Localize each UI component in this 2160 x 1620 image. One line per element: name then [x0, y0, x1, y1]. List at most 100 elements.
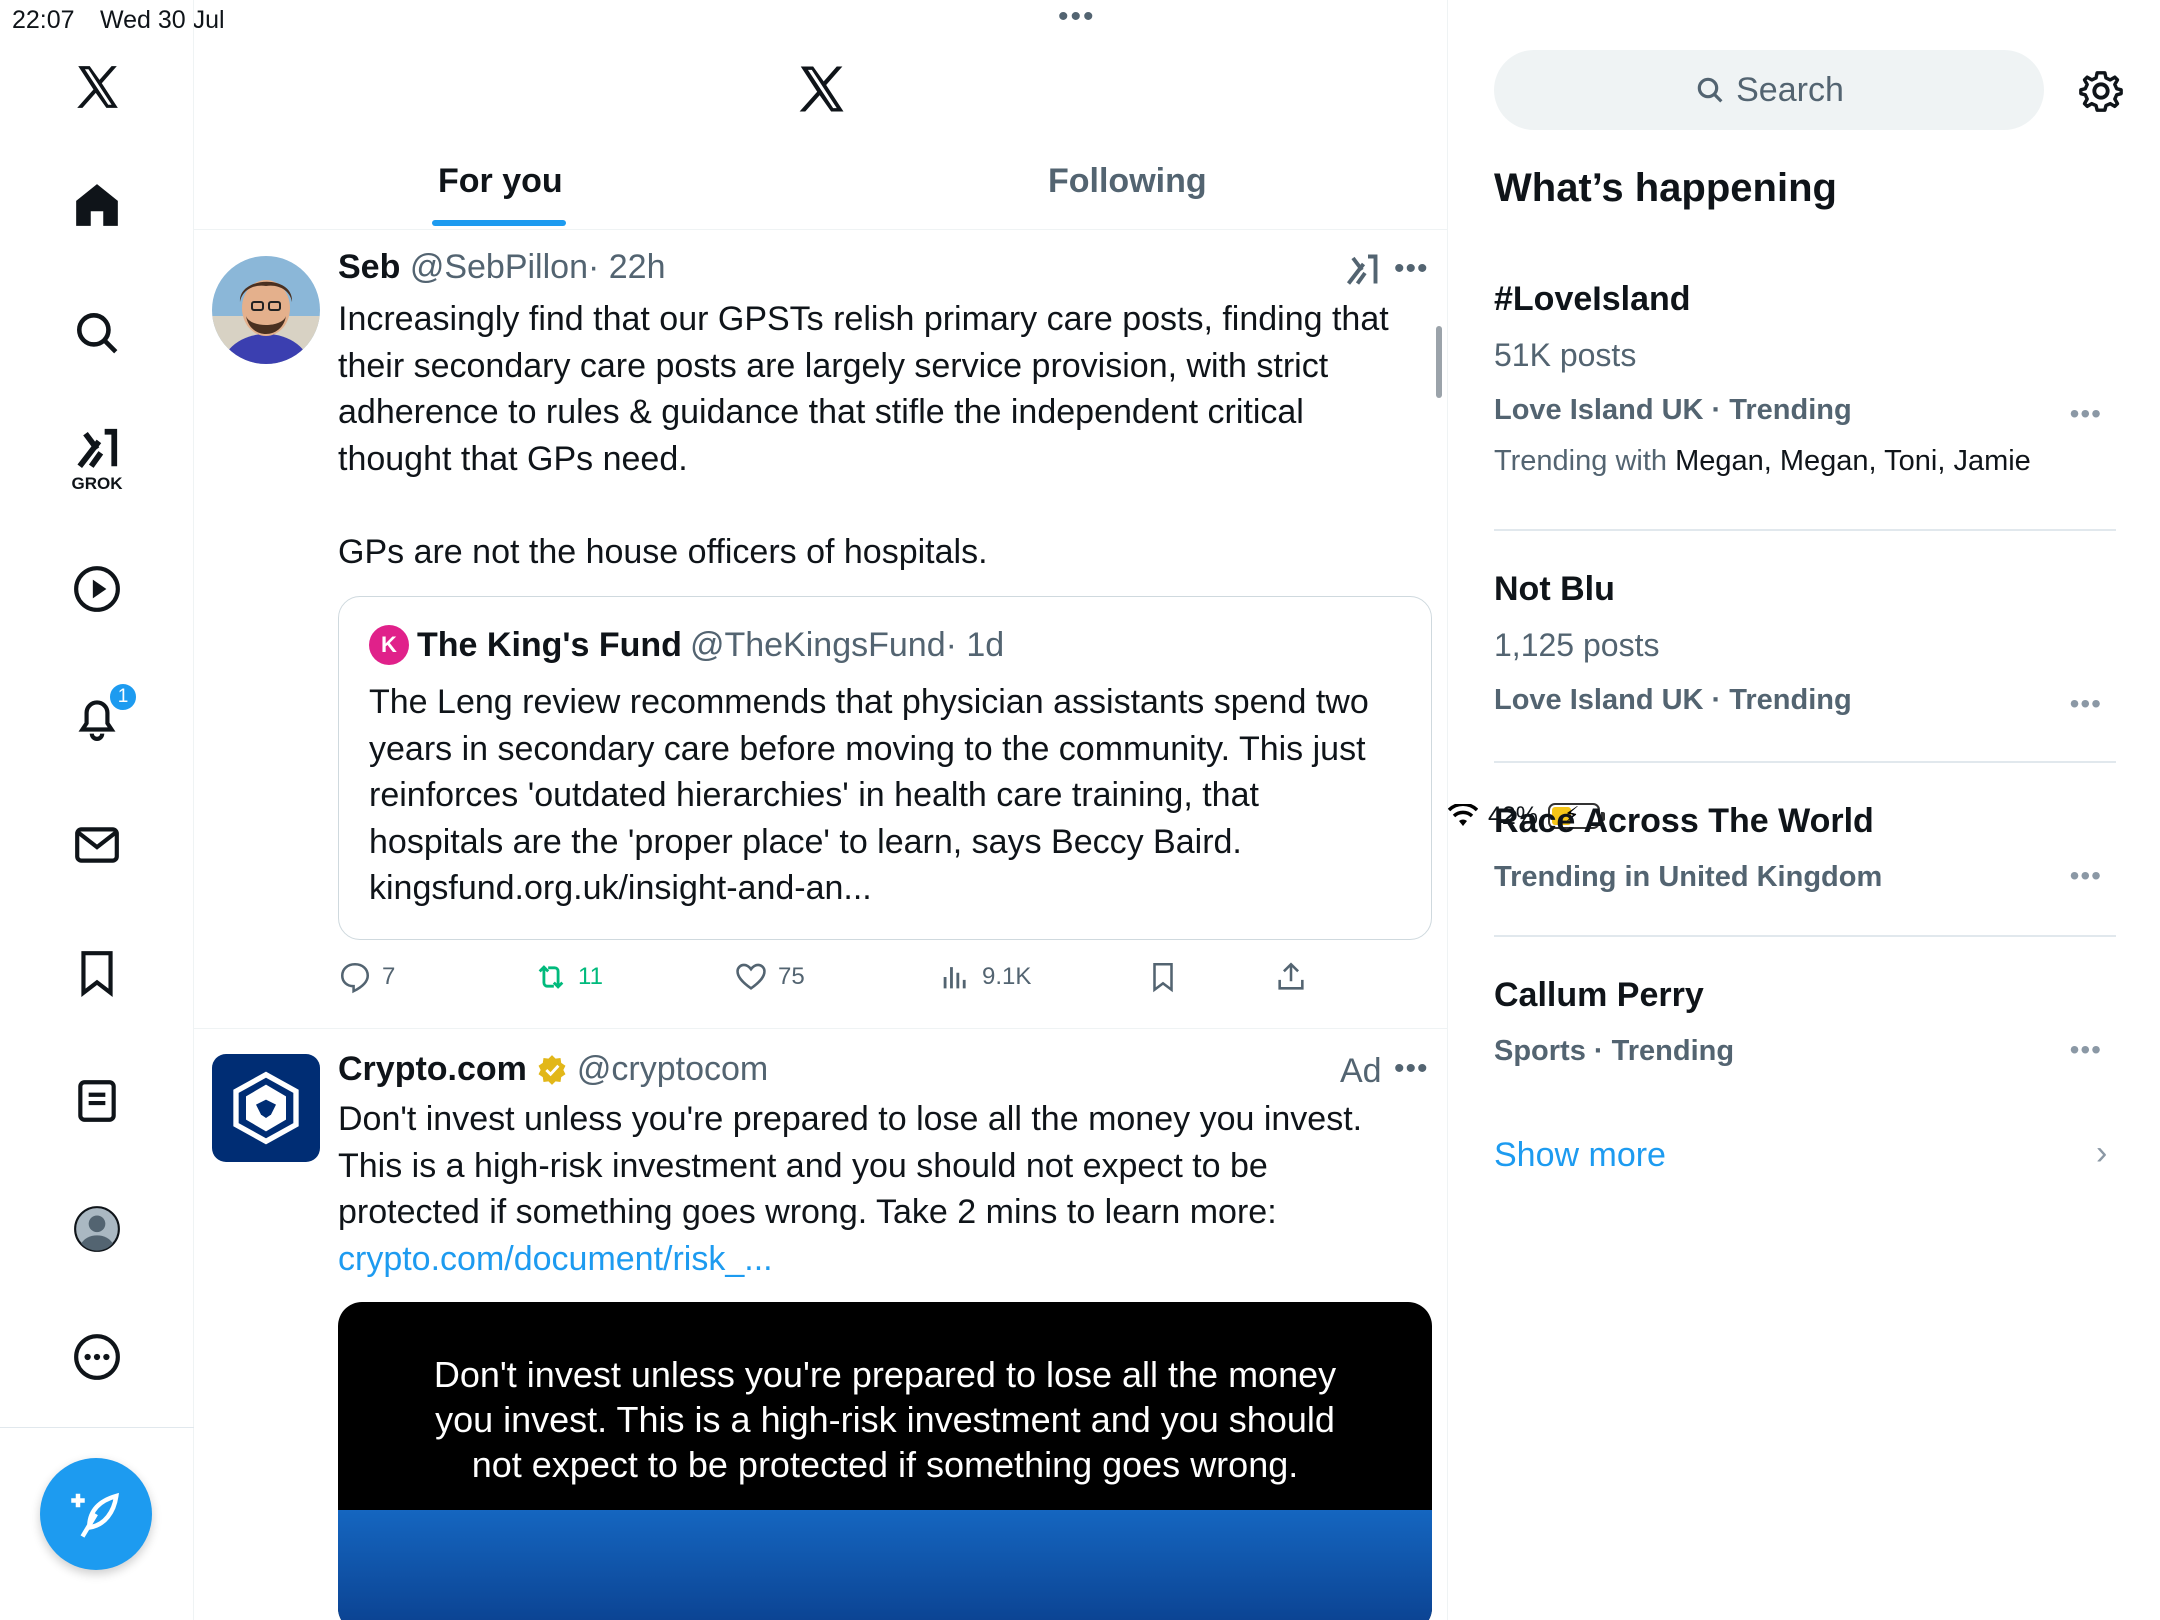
repost-icon: [538, 965, 564, 989]
trend-item[interactable]: Race Across The World Trending in United…: [1494, 802, 2116, 894]
bookmark-button[interactable]: [1146, 960, 1180, 994]
lists-icon[interactable]: [0, 1076, 194, 1126]
quote-author-handle: @TheKingsFund: [689, 625, 946, 664]
trend-category: Trending in United Kingdom: [1494, 861, 1883, 893]
post-line: adherence to rules & guidance that stifl…: [338, 393, 1304, 431]
post-more-icon[interactable]: •••: [1394, 1052, 1429, 1086]
quote-line: kingsfund.org.uk/insight-and-an...: [369, 869, 872, 907]
trend-item[interactable]: Callum Perry Sports · Trending •••: [1494, 976, 2116, 1068]
scrollbar[interactable]: [1436, 326, 1442, 398]
post-line: thought that GPs need.: [338, 439, 688, 478]
trend-item[interactable]: #LoveIsland 51K posts Love Island UK · T…: [1494, 280, 2116, 478]
settings-gear-icon[interactable]: [2078, 68, 2124, 119]
compose-button[interactable]: [40, 1458, 152, 1570]
like-count: 75: [778, 963, 805, 990]
notification-badge: 1: [108, 682, 138, 712]
quoted-post[interactable]: K The King's Fund @TheKingsFund · 1d The …: [338, 596, 1432, 940]
quote-line: reinforces 'outdated hierarchies' in hea…: [369, 776, 1259, 814]
post-media[interactable]: Don't invest unless you're prepared to l…: [338, 1302, 1432, 1620]
repost-button[interactable]: 11: [534, 960, 603, 994]
author-handle[interactable]: @SebPillon: [410, 248, 588, 286]
media-banner: [338, 1510, 1432, 1620]
post-text: Don't invest unless you're prepared to l…: [338, 1096, 1418, 1282]
timeline: For you Following Seb @SebPillon· 22h ••…: [194, 0, 1448, 1620]
share-button[interactable]: [1274, 960, 1308, 994]
author-handle[interactable]: @cryptocom: [577, 1050, 768, 1089]
heart-icon: [736, 963, 766, 990]
trend-name: Not Blu: [1494, 570, 1615, 608]
bookmarks-icon[interactable]: [0, 948, 194, 998]
search-placeholder: Search: [1736, 70, 1844, 109]
post-line: GPs are not the house officers of hospit…: [338, 532, 988, 571]
home-icon[interactable]: [0, 180, 194, 230]
trend-more-icon[interactable]: •••: [2070, 860, 2102, 892]
kings-fund-logo-icon: K: [369, 625, 409, 665]
trend-name: Race Across The World: [1494, 802, 1874, 840]
post-divider: [194, 1028, 1447, 1029]
trend-category: Sports · Trending: [1494, 1035, 1735, 1067]
trend-category: Love Island UK · Trending: [1494, 684, 1852, 716]
crypto-logo-icon[interactable]: [212, 1054, 320, 1162]
post-header: Seb @SebPillon· 22h: [338, 248, 665, 287]
post-header: Crypto.com @cryptocom: [338, 1050, 768, 1089]
more-options-icon[interactable]: [0, 1332, 194, 1382]
trend-count: 1,125 posts: [1494, 627, 1660, 663]
quote-line: The Leng review recommends that physicia…: [369, 683, 1369, 721]
media-text: Don't invest unless you're prepared to l…: [338, 1352, 1432, 1487]
search-nav-icon[interactable]: [0, 308, 194, 358]
share-icon: [1278, 962, 1304, 990]
trend-divider: [1494, 935, 2116, 937]
post-line: Increasingly find that our GPSTs relish …: [338, 300, 1389, 338]
tab-following[interactable]: Following: [1048, 162, 1207, 201]
active-tab-indicator: [432, 220, 566, 226]
tab-for-you[interactable]: For you: [438, 162, 563, 201]
video-icon[interactable]: [0, 564, 194, 614]
analytics-icon: [943, 967, 966, 989]
right-sidebar: Search What’s happening #LoveIsland 51K …: [1448, 0, 2160, 1620]
quote-line: hospitals are the 'proper place' to lear…: [369, 822, 1242, 861]
ad-label: Ad: [1340, 1052, 1382, 1090]
trending-with-label: Trending with: [1494, 445, 1668, 477]
trend-more-icon[interactable]: •••: [2070, 398, 2102, 430]
author-name[interactable]: Crypto.com: [338, 1050, 527, 1089]
whats-happening-title: What’s happening: [1494, 166, 1837, 210]
post-actions: 7 11 75 9.1K: [338, 960, 1432, 1000]
post-text: Increasingly find that our GPSTs relish …: [338, 296, 1418, 575]
notifications-icon[interactable]: 1: [0, 682, 194, 742]
trend-more-icon[interactable]: •••: [2070, 1034, 2102, 1066]
media-line: not expect to be protected if something …: [471, 1444, 1299, 1485]
trending-with: Trending with Megan, Megan, Toni, Jamie: [1494, 445, 2116, 478]
x-header-logo-icon[interactable]: [794, 62, 848, 121]
search-icon: [1697, 77, 1723, 103]
media-line: Don't invest unless you're prepared to l…: [433, 1354, 1337, 1395]
trend-name: Callum Perry: [1494, 976, 1704, 1014]
profile-icon[interactable]: [0, 1204, 194, 1254]
like-button[interactable]: 75: [734, 960, 805, 994]
post-line: [338, 482, 1418, 529]
trend-category: Love Island UK · Trending: [1494, 394, 1852, 426]
author-name[interactable]: Seb: [338, 248, 400, 286]
quote-text: The Leng review recommends that physicia…: [369, 679, 1409, 912]
post-line: protected if something goes wrong. Take …: [338, 1193, 1277, 1231]
chevron-right-icon[interactable]: ›: [2096, 1134, 2107, 1173]
trend-divider: [1494, 529, 2116, 531]
avatar[interactable]: [212, 256, 320, 364]
views-button[interactable]: 9.1K: [938, 960, 1031, 994]
quote-header: K The King's Fund @TheKingsFund · 1d: [369, 625, 1004, 665]
grok-post-icon[interactable]: [1344, 252, 1380, 293]
reply-button[interactable]: 7: [338, 960, 395, 994]
left-nav: GROK 1: [0, 0, 194, 1620]
verified-gold-icon: [538, 1054, 566, 1085]
grok-nav-item[interactable]: GROK: [0, 426, 194, 494]
media-line: you invest. This is a high-risk investme…: [435, 1399, 1335, 1440]
bookmark-icon: [1153, 962, 1173, 993]
trend-count: 51K posts: [1494, 337, 1637, 373]
post-more-icon[interactable]: •••: [1394, 252, 1429, 286]
x-logo-icon[interactable]: [0, 62, 194, 112]
trend-item[interactable]: Not Blu 1,125 posts Love Island UK · Tre…: [1494, 570, 2116, 720]
trend-more-icon[interactable]: •••: [2070, 688, 2102, 720]
show-more-link[interactable]: Show more: [1494, 1136, 1666, 1175]
search-input[interactable]: Search: [1494, 50, 2044, 130]
messages-icon[interactable]: [0, 820, 194, 870]
post-link[interactable]: crypto.com/document/risk_...: [338, 1236, 1418, 1283]
